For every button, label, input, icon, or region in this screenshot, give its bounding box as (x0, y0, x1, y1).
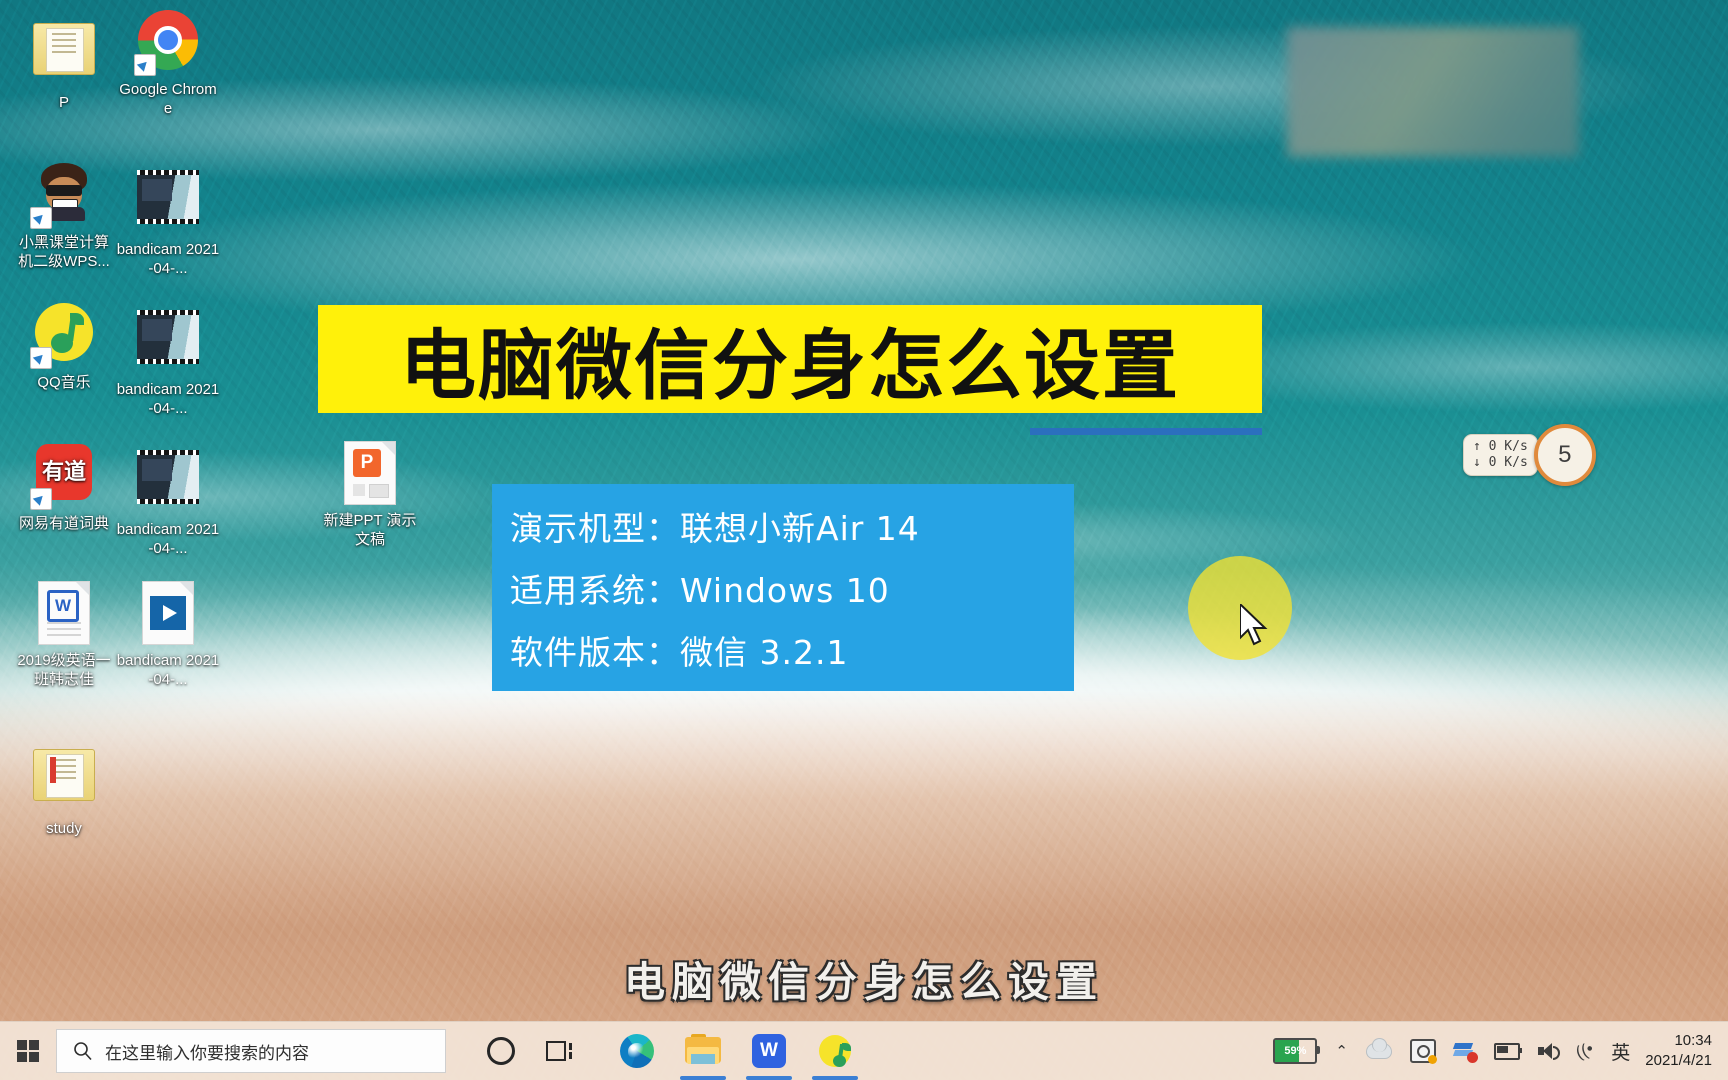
clock-time: 10:34 (1674, 1032, 1712, 1049)
video-title-banner: 电脑微信分身怎么设置 (318, 305, 1262, 413)
desktop-screen: P Google Chrome 小黑课堂计算机二级WPS... bandicam… (0, 0, 1728, 1080)
taskbar-app-file-explorer[interactable] (670, 1022, 736, 1080)
spec-line-os: 适用系统：Windows 10 (510, 571, 890, 610)
desktop-icon-label: study (46, 820, 82, 837)
folder-icon (32, 749, 96, 813)
desktop-icon-new-ppt[interactable]: P 新建PPT 演示文稿 (318, 440, 422, 549)
video-file-icon (136, 581, 200, 645)
wps-icon: W (752, 1034, 786, 1068)
desktop-icon-google-chrome[interactable]: Google Chrome (116, 8, 220, 118)
task-view-icon (546, 1041, 572, 1061)
blurred-redaction-box (1287, 27, 1579, 157)
desktop-icon-label: bandicam 2021-04-... (116, 241, 220, 277)
driver-stack-icon (1452, 1041, 1478, 1063)
folder-icon (685, 1034, 721, 1065)
youdao-dictionary-icon: 有道 (30, 444, 96, 510)
chrome-icon (134, 10, 200, 76)
network-speed-panel: ↑ 0 K/s ↓ 0 K/s (1463, 434, 1538, 476)
desktop-icon-label: Google Chrome (119, 81, 217, 117)
edge-icon (620, 1034, 654, 1068)
desktop-icon-xiaohei-keting[interactable]: 小黑课堂计算机二级WPS... (12, 160, 116, 271)
cortana-circle-icon (487, 1037, 515, 1065)
video-thumbnail-icon (136, 450, 200, 514)
avatar-icon (30, 163, 96, 229)
taskbar-app-qq-music[interactable] (802, 1022, 868, 1080)
shortcut-arrow-icon (30, 207, 52, 229)
download-speed-text: ↓ 0 K/s (1473, 455, 1528, 470)
stack-tray-icon[interactable] (1445, 1022, 1485, 1080)
upload-speed-text: ↑ 0 K/s (1473, 439, 1528, 454)
onedrive-tray-icon[interactable] (1357, 1022, 1401, 1080)
battery-percent-indicator[interactable]: 59% (1264, 1022, 1326, 1080)
taskbar-search-input[interactable]: 在这里输入你要搜索的内容 (56, 1029, 446, 1073)
windows-logo-icon (17, 1040, 39, 1062)
title-underline (1030, 428, 1262, 435)
desktop-icon-label: bandicam 2021-04-... (116, 521, 220, 557)
wifi-icon: ((• (1573, 1038, 1596, 1063)
tray-overflow-button[interactable]: ⌃ (1326, 1022, 1357, 1080)
desktop-icon-qq-music[interactable]: QQ音乐 (12, 300, 116, 392)
volume-tray-icon[interactable] (1529, 1022, 1567, 1080)
temperature-gauge: 5 (1533, 424, 1596, 486)
spec-line-device: 演示机型：联想小新Air 14 (510, 509, 920, 548)
network-tray-icon[interactable]: ((• (1567, 1022, 1602, 1080)
desktop-icon-label: 2019级英语一班韩志佳 (17, 652, 111, 688)
screenshot-icon (1409, 1039, 1437, 1064)
search-placeholder-text: 在这里输入你要搜索的内容 (105, 1043, 309, 1063)
search-icon (74, 1042, 92, 1061)
task-view-button[interactable] (530, 1022, 588, 1080)
desktop-icon-bandicam-video-4[interactable]: bandicam 2021-04-... (116, 580, 220, 689)
qq-music-icon (819, 1035, 851, 1067)
word-glyph: W (47, 590, 79, 622)
taskbar-clock[interactable]: 10:34 2021/4/21 (1639, 1022, 1722, 1080)
desktop-icon-label: QQ音乐 (37, 374, 91, 391)
desktop-icon-label: 新建PPT 演示文稿 (323, 512, 417, 548)
screenshot-tray-icon[interactable] (1401, 1022, 1445, 1080)
chevron-up-icon: ⌃ (1335, 1043, 1348, 1060)
desktop-icon-english-doc[interactable]: W 2019级英语一班韩志佳 (12, 580, 116, 689)
desktop-icon-study-folder[interactable]: study (12, 740, 116, 838)
battery-percent-text: 59% (1284, 1045, 1307, 1057)
folder-icon (32, 23, 96, 87)
video-title-text: 电脑微信分身怎么设置 (400, 321, 1180, 410)
spec-info-box: 演示机型：联想小新Air 14 适用系统：Windows 10 软件版本：微信 … (492, 484, 1074, 691)
ime-indicator[interactable]: 英 (1602, 1022, 1639, 1080)
battery-icon: 59% (1273, 1038, 1321, 1064)
video-subtitle: 电脑微信分身怎么设置 (624, 958, 1104, 1006)
cortana-button[interactable] (472, 1022, 530, 1080)
spec-line-version: 软件版本：微信 3.2.1 (510, 633, 849, 672)
shortcut-arrow-icon (30, 488, 52, 510)
network-speed-widget[interactable]: ↑ 0 K/s ↓ 0 K/s 5 (1463, 424, 1728, 486)
desktop-icon-label: bandicam 2021-04-... (116, 652, 220, 688)
video-thumbnail-icon (136, 310, 200, 374)
speaker-icon (1537, 1042, 1560, 1060)
desktop-icon-youdao-dict[interactable]: 有道 网易有道词典 (12, 440, 116, 533)
battery-tray-icon[interactable] (1485, 1022, 1529, 1080)
battery-small-icon (1493, 1042, 1522, 1060)
video-thumbnail-icon (136, 170, 200, 234)
desktop-icon-bandicam-video-2[interactable]: bandicam 2021-04-... (116, 300, 220, 418)
ppt-glyph: P (353, 449, 381, 477)
shortcut-arrow-icon (30, 347, 52, 369)
ime-label: 英 (1611, 1042, 1631, 1064)
shortcut-arrow-icon (134, 54, 156, 76)
word-document-icon: W (32, 581, 96, 645)
desktop-icon-bandicam-video-3[interactable]: bandicam 2021-04-... (116, 440, 220, 558)
desktop-icon-label: bandicam 2021-04-... (116, 381, 220, 417)
start-button[interactable] (0, 1022, 56, 1080)
desktop-icon-label: 小黑课堂计算机二级WPS... (18, 234, 110, 270)
system-tray: 59% ⌃ ((• 英 10:34 2021/4/21 (1264, 1022, 1728, 1080)
taskbar-app-microsoft-edge[interactable] (604, 1022, 670, 1080)
cloud-icon (1365, 1038, 1392, 1059)
desktop-icon-p-folder[interactable]: P (12, 14, 116, 112)
windows-taskbar: 在这里输入你要搜索的内容 W 59% ⌃ ((• 英 10:34 2021/4/… (0, 1021, 1728, 1080)
desktop-icon-bandicam-video-1[interactable]: bandicam 2021-04-... (116, 160, 220, 278)
desktop-icon-label: 网易有道词典 (18, 515, 109, 532)
powerpoint-file-icon: P (338, 441, 402, 505)
taskbar-app-wps-office[interactable]: W (736, 1022, 802, 1080)
desktop-icon-label: P (58, 94, 69, 111)
qq-music-icon (30, 303, 96, 369)
clock-date: 2021/4/21 (1645, 1052, 1712, 1069)
